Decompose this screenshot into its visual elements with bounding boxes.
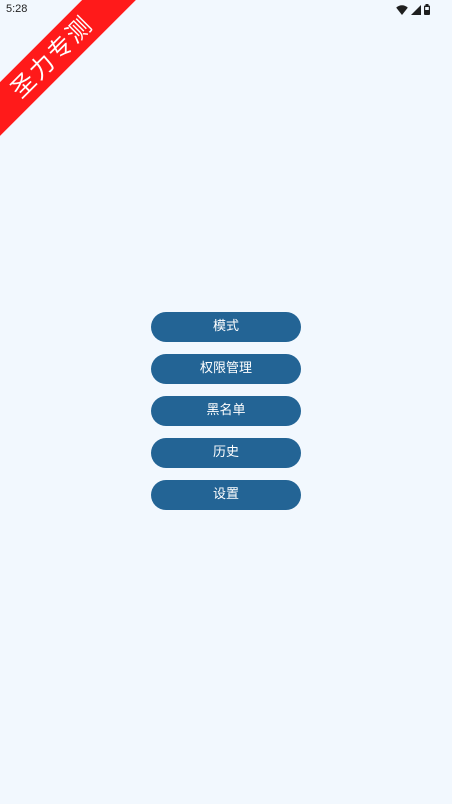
permission-management-button[interactable]: 权限管理 [151, 354, 301, 384]
settings-button[interactable]: 设置 [151, 480, 301, 510]
status-time: 5:28 [6, 3, 28, 15]
main-menu: 模式 权限管理 黑名单 历史 设置 [151, 312, 301, 510]
history-button[interactable]: 历史 [151, 438, 301, 468]
battery-icon [424, 4, 430, 15]
wifi-icon [396, 4, 408, 15]
signal-icon [411, 4, 421, 15]
blacklist-button[interactable]: 黑名单 [151, 396, 301, 426]
mode-button[interactable]: 模式 [151, 312, 301, 342]
status-icons [396, 4, 430, 15]
watermark-ribbon: 圣力专测 [0, 0, 144, 149]
